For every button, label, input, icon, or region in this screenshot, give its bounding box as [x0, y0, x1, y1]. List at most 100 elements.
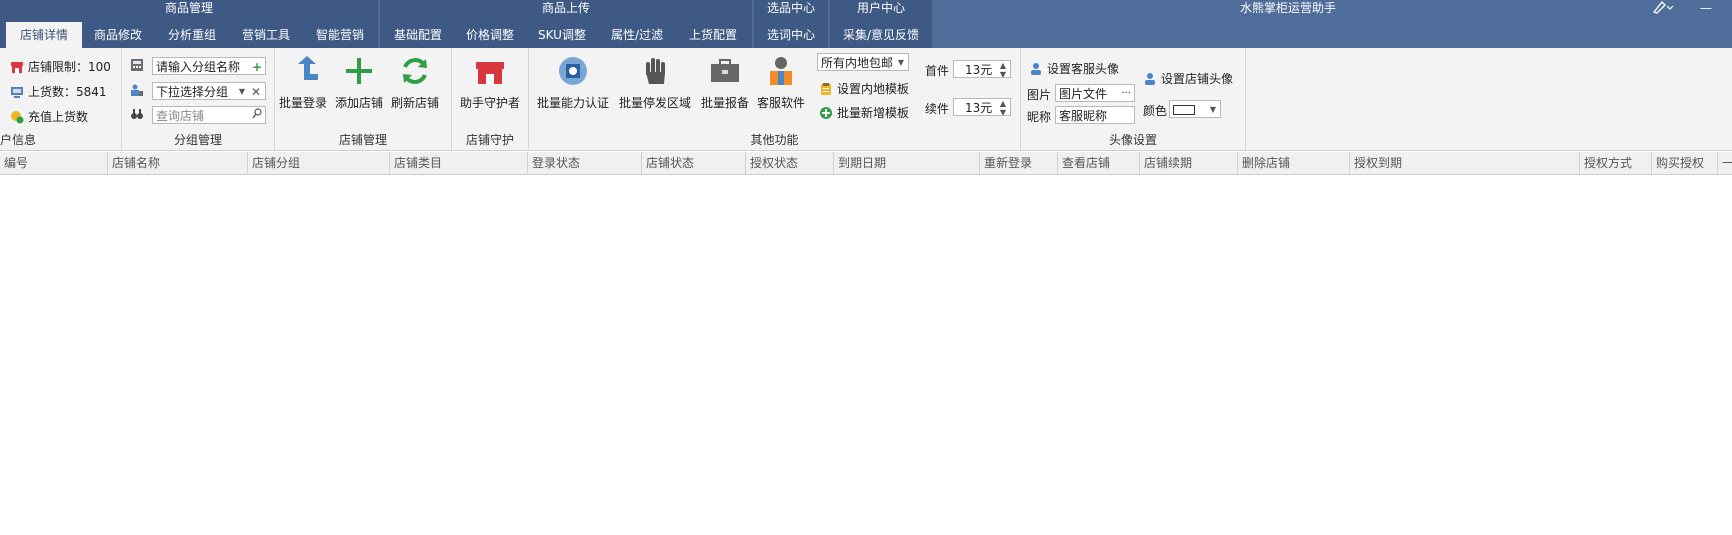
tab-collect-feedback[interactable]: 采集/意见反馈 — [834, 22, 928, 48]
hand-icon — [638, 54, 672, 88]
spinner-icon[interactable]: ▲ ▼ — [997, 99, 1009, 115]
customer-service-icon — [764, 54, 798, 88]
add-group-icon[interactable]: + — [252, 58, 262, 74]
group-title-product-upload: 商品上传 — [541, 1, 590, 15]
group-name-input[interactable]: 请输入分组名称 + — [152, 57, 266, 75]
tab-sku-adjust[interactable]: SKU调整 — [530, 22, 594, 48]
set-template-button[interactable]: 设置内地模板 — [819, 80, 909, 97]
column-header-shop-renew[interactable]: 店铺续期 — [1140, 152, 1238, 174]
shop-limit-text: 店铺限制：100 — [28, 60, 111, 74]
set-cs-avatar-button[interactable]: 设置客服头像 — [1029, 60, 1119, 77]
group-name-placeholder: 请输入分组名称 — [156, 60, 241, 74]
batch-report-button[interactable]: 批量报备 — [697, 54, 753, 118]
tab-analysis-regroup[interactable]: 分析重组 — [160, 22, 224, 48]
table-header: 编号 店铺名称 店铺分组 店铺类目 登录状态 店铺状态 授权状态 到期日期 重新… — [0, 152, 1732, 175]
set-cs-avatar-label: 设置客服头像 — [1047, 62, 1120, 76]
nickname-input[interactable]: 客服昵称 — [1055, 106, 1135, 124]
user-icon — [1029, 62, 1043, 76]
search-icon[interactable] — [252, 107, 262, 123]
group-label-shop-guard: 店铺守护 — [465, 133, 514, 147]
tab-marketing-tools[interactable]: 营销工具 — [234, 22, 298, 48]
skin-icon[interactable] — [1652, 0, 1674, 17]
tab-smart-marketing[interactable]: 智能营销 — [308, 22, 372, 48]
minimize-button[interactable]: — — [1700, 0, 1712, 17]
clipboard-icon — [819, 82, 833, 96]
column-header-view-shop[interactable]: 查看店铺 — [1058, 152, 1140, 174]
ribbon: 店铺限制：100 上货数：5841 充值上货数 户信息 请输入分组名称 + 下拉… — [0, 48, 1732, 151]
batch-login-label: 批量登录 — [278, 96, 327, 110]
column-header-shop-name[interactable]: 店铺名称 — [108, 152, 248, 174]
batch-cert-button[interactable]: 批量能力认证 — [533, 54, 613, 118]
column-header-auth-status[interactable]: 授权状态 — [746, 152, 834, 174]
set-shop-avatar-button[interactable]: 设置店铺头像 — [1143, 70, 1233, 87]
column-header-id[interactable]: 编号 — [0, 152, 108, 174]
nickname-label: 昵称 — [1027, 110, 1052, 124]
shop-search-placeholder: 查询店铺 — [156, 109, 205, 123]
clear-icon[interactable]: ✕ — [251, 83, 261, 99]
add-shop-button[interactable]: 添加店铺 — [331, 54, 387, 118]
column-header-shop-group[interactable]: 店铺分组 — [248, 152, 390, 174]
arrow-up-icon — [286, 54, 320, 88]
column-header-login-status[interactable]: 登录状态 — [528, 152, 642, 174]
group-group-mgmt: 请输入分组名称 + 下拉选择分组 ▼ ✕ 查询店铺 分组管理 — [122, 48, 275, 150]
column-header-auth-method[interactable]: 授权方式 — [1580, 152, 1652, 174]
user-group-icon — [130, 83, 144, 97]
binoculars-icon — [130, 107, 144, 121]
nickname-value: 客服昵称 — [1059, 109, 1108, 123]
column-header-auth-expire[interactable]: 授权到期 — [1350, 152, 1580, 174]
recharge-button[interactable]: 充值上货数 — [10, 108, 88, 125]
tab-attr-filter[interactable]: 属性/过滤 — [602, 22, 672, 48]
tab-keyword-center[interactable]: 选词中心 — [756, 22, 826, 48]
batch-stop-region-button[interactable]: 批量停发区域 — [615, 54, 695, 118]
color-label: 颜色 — [1143, 104, 1168, 118]
briefcase-icon — [708, 54, 742, 88]
tab-basic-config[interactable]: 基础配置 — [386, 22, 450, 48]
cs-software-label: 客服软件 — [756, 96, 805, 110]
tab-shop-detail[interactable]: 店铺详情 — [6, 22, 82, 48]
batch-add-template-label: 批量新增模板 — [837, 106, 910, 120]
tab-upload-config[interactable]: 上货配置 — [680, 22, 746, 48]
chevron-down-icon[interactable]: ▼ — [239, 83, 245, 99]
stock-row: 上货数：5841 — [10, 83, 107, 100]
group-title-selection-center: 选品中心 — [766, 1, 815, 15]
first-item-input[interactable]: 13元 ▲ ▼ — [953, 60, 1011, 78]
renew-item-input[interactable]: 13元 ▲ ▼ — [953, 98, 1011, 116]
group-title-product-mgmt: 商品管理 — [164, 1, 213, 15]
image-label: 图片 — [1027, 88, 1052, 102]
shipping-select[interactable]: 所有内地包邮 ▼ — [817, 53, 909, 71]
refresh-shop-button[interactable]: 刷新店铺 — [387, 54, 443, 118]
column-header-relogin[interactable]: 重新登录 — [980, 152, 1058, 174]
assistant-guard-button[interactable]: 助手守护者 — [456, 54, 524, 118]
group-label-other-funcs: 其他功能 — [750, 133, 799, 147]
app-title: 水熊掌柜运营助手 — [1240, 1, 1337, 15]
color-picker[interactable]: ▼ — [1169, 100, 1221, 118]
image-file-input[interactable]: 图片文件 ··· — [1055, 84, 1135, 102]
group-select-dropdown[interactable]: 下拉选择分组 ▼ ✕ — [152, 82, 266, 100]
certificate-icon — [556, 54, 590, 88]
tab-product-modify[interactable]: 商品修改 — [86, 22, 150, 48]
spinner-icon[interactable]: ▲ ▼ — [997, 61, 1009, 77]
group-avatar-settings: 设置客服头像 设置店铺头像 图片 图片文件 ··· 昵称 客服昵称 颜色 ▼ 头… — [1021, 48, 1246, 150]
refresh-shop-label: 刷新店铺 — [390, 96, 439, 110]
column-header-shop-status[interactable]: 店铺状态 — [642, 152, 746, 174]
chevron-down-icon[interactable]: ▼ — [1210, 101, 1216, 117]
batch-cert-label: 批量能力认证 — [536, 96, 609, 110]
shop-search-input[interactable]: 查询店铺 — [152, 106, 266, 124]
group-shop-mgmt: 批量登录 添加店铺 刷新店铺 店铺管理 — [275, 48, 452, 150]
group-title-user-center: 用户中心 — [856, 1, 905, 15]
batch-add-template-button[interactable]: 批量新增模板 — [819, 104, 909, 121]
image-file-value: 图片文件 — [1059, 87, 1108, 101]
assistant-guard-label: 助手守护者 — [459, 96, 520, 110]
column-header-delete-shop[interactable]: 删除店铺 — [1238, 152, 1350, 174]
column-header-more[interactable]: 一 — [1718, 152, 1732, 174]
batch-login-button[interactable]: 批量登录 — [275, 54, 331, 118]
chevron-down-icon[interactable]: ▼ — [898, 54, 904, 70]
first-item-label: 首件 — [925, 64, 950, 78]
browse-button[interactable]: ··· — [1121, 85, 1131, 101]
coin-icon — [10, 110, 24, 124]
column-header-buy-auth[interactable]: 购买授权 — [1652, 152, 1718, 174]
cs-software-button[interactable]: 客服软件 — [753, 54, 809, 118]
tab-price-adjust[interactable]: 价格调整 — [458, 22, 522, 48]
column-header-shop-category[interactable]: 店铺类目 — [390, 152, 528, 174]
column-header-expire-date[interactable]: 到期日期 — [834, 152, 980, 174]
